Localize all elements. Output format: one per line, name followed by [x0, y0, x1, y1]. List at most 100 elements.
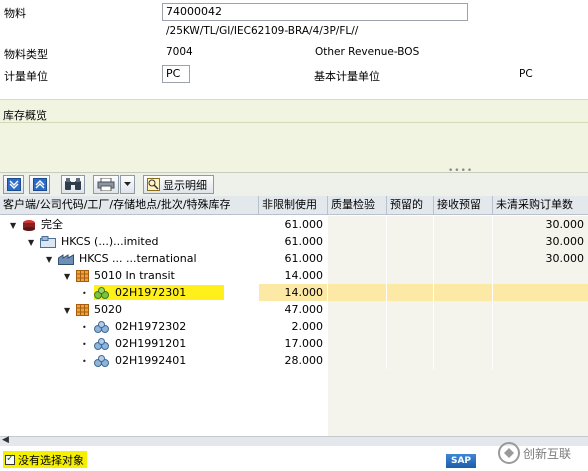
row-label: 02H1991201 [115, 337, 187, 350]
material-type-text: Other Revenue-BOS [315, 46, 420, 58]
toolbar: 显示明细 [0, 172, 588, 196]
collapse-caret-icon[interactable]: ▼ [46, 251, 54, 267]
col-receipt-reserved[interactable]: 接收预留 [434, 196, 493, 215]
cell-reserved [387, 216, 433, 233]
row-label: 完全 [41, 218, 63, 231]
cell-open-po [493, 301, 588, 318]
batch-icon [93, 355, 109, 367]
row-label: HKCS ... ...ternational [79, 252, 197, 265]
expand-all-button[interactable] [3, 175, 24, 194]
cell-unrestricted: 14.000 [259, 267, 327, 284]
col-unrestricted[interactable]: 非限制使用 [259, 196, 328, 215]
base-uom-value: PC [519, 68, 533, 80]
cell-quality [328, 335, 386, 352]
cell-open-po [493, 284, 588, 301]
cell-quality [328, 352, 386, 369]
collapse-caret-icon[interactable]: ▼ [64, 302, 72, 318]
batch-icon [93, 338, 109, 350]
chevron-down-icon [124, 182, 131, 186]
cell-receipt [434, 267, 492, 284]
stock-overview-section: 库存概览 •••• [0, 99, 588, 176]
row-label: 02H1972302 [115, 320, 187, 333]
collapse-caret-icon[interactable]: ▼ [64, 268, 72, 284]
cell-unrestricted: 47.000 [259, 301, 327, 318]
print-button[interactable] [93, 175, 119, 194]
leaf-bullet: • [82, 289, 87, 298]
section-title: 库存概览 [3, 109, 47, 122]
uom-field[interactable]: PC [162, 65, 190, 83]
watermark-logo-icon [498, 442, 520, 464]
leaf-bullet: • [82, 323, 87, 332]
stock-overview-table: 客户端/公司代码/工厂/存储地点/批次/特殊库存 非限制使用 质量检验 预留的 … [0, 196, 588, 436]
table-row[interactable]: ▼ HKCS ... ...ternational 61.000 30.000 [0, 250, 588, 267]
table-header: 客户端/公司代码/工厂/存储地点/批次/特殊库存 非限制使用 质量检验 预留的 … [0, 196, 588, 215]
cell-quality [328, 301, 386, 318]
display-detail-button[interactable]: 显示明细 [143, 175, 214, 194]
table-row[interactable]: ▼ 5010 In transit 14.000 [0, 267, 588, 284]
cell-open-po [493, 318, 588, 335]
cell-reserved [387, 318, 433, 335]
cell-receipt [434, 301, 492, 318]
expand-down-icon [6, 178, 21, 191]
cell-unrestricted: 17.000 [259, 335, 327, 352]
cell-receipt [434, 335, 492, 352]
cell-receipt [434, 233, 492, 250]
cell-open-po [493, 335, 588, 352]
cell-unrestricted: 28.000 [259, 352, 327, 369]
cell-reserved [387, 267, 433, 284]
table-row-selected[interactable]: • 02H1972301 14.000 [0, 284, 588, 301]
row-label: 5020 [94, 303, 122, 316]
plant-icon [57, 254, 74, 265]
table-row[interactable]: • 02H1991201 17.000 [0, 335, 588, 352]
table-row[interactable]: ▼ 5020 47.000 [0, 301, 588, 318]
row-label: HKCS (...)...imited [61, 235, 159, 248]
col-reserved[interactable]: 预留的 [387, 196, 434, 215]
section-divider [0, 122, 588, 123]
table-row[interactable]: • 02H1972302 2.000 [0, 318, 588, 335]
success-check-icon [5, 453, 15, 465]
cell-reserved [387, 301, 433, 318]
material-label: 物料 [4, 7, 26, 20]
cell-open-po: 30.000 [493, 250, 588, 267]
watermark-text: 创新互联 [523, 446, 572, 461]
cell-unrestricted: 61.000 [259, 233, 327, 250]
cell-receipt [434, 284, 492, 301]
material-header: 物料 74000042 /25KW/TL/GI/IEC62109-BRA/4/3… [0, 0, 588, 98]
material-type-code: 7004 [166, 46, 193, 58]
collapse-up-icon [32, 178, 47, 191]
cell-reserved [387, 352, 433, 369]
row-label: 02H1992401 [115, 354, 187, 367]
cell-receipt [434, 250, 492, 267]
collapse-all-button[interactable] [29, 175, 50, 194]
print-dropdown-button[interactable] [120, 175, 135, 194]
cell-receipt [434, 216, 492, 233]
table-row[interactable]: ▼ HKCS (...)...imited 61.000 30.000 [0, 233, 588, 250]
cell-unrestricted: 14.000 [259, 284, 327, 301]
table-row[interactable]: ▼ 完全 61.000 30.000 [0, 216, 588, 233]
base-uom-label: 基本计量单位 [314, 70, 380, 83]
leaf-bullet: • [82, 357, 87, 366]
cell-open-po [493, 352, 588, 369]
find-button[interactable] [61, 175, 85, 194]
row-label: 02H1972301 [115, 286, 187, 299]
scroll-left-icon[interactable]: ◀ [2, 435, 9, 445]
material-field[interactable]: 74000042 [162, 3, 468, 21]
collapse-caret-icon[interactable]: ▼ [10, 217, 18, 233]
cell-unrestricted: 61.000 [259, 250, 327, 267]
cell-quality [328, 267, 386, 284]
material-description: /25KW/TL/GI/IEC62109-BRA/4/3P/FL// [166, 25, 359, 37]
batch-icon [93, 287, 109, 299]
col-hierarchy[interactable]: 客户端/公司代码/工厂/存储地点/批次/特殊库存 [0, 196, 259, 215]
storage-location-icon [75, 270, 89, 282]
col-open-po[interactable]: 未清采购订单数 [493, 196, 588, 215]
col-quality-inspection[interactable]: 质量检验 [328, 196, 387, 215]
cell-quality [328, 318, 386, 335]
leaf-bullet: • [82, 340, 87, 349]
cell-quality [328, 250, 386, 267]
cell-unrestricted: 2.000 [259, 318, 327, 335]
display-detail-label: 显示明细 [163, 178, 207, 192]
status-message: 没有选择对象 [3, 451, 87, 468]
client-icon [22, 220, 35, 231]
table-row[interactable]: • 02H1992401 28.000 [0, 352, 588, 369]
collapse-caret-icon[interactable]: ▼ [28, 234, 36, 250]
